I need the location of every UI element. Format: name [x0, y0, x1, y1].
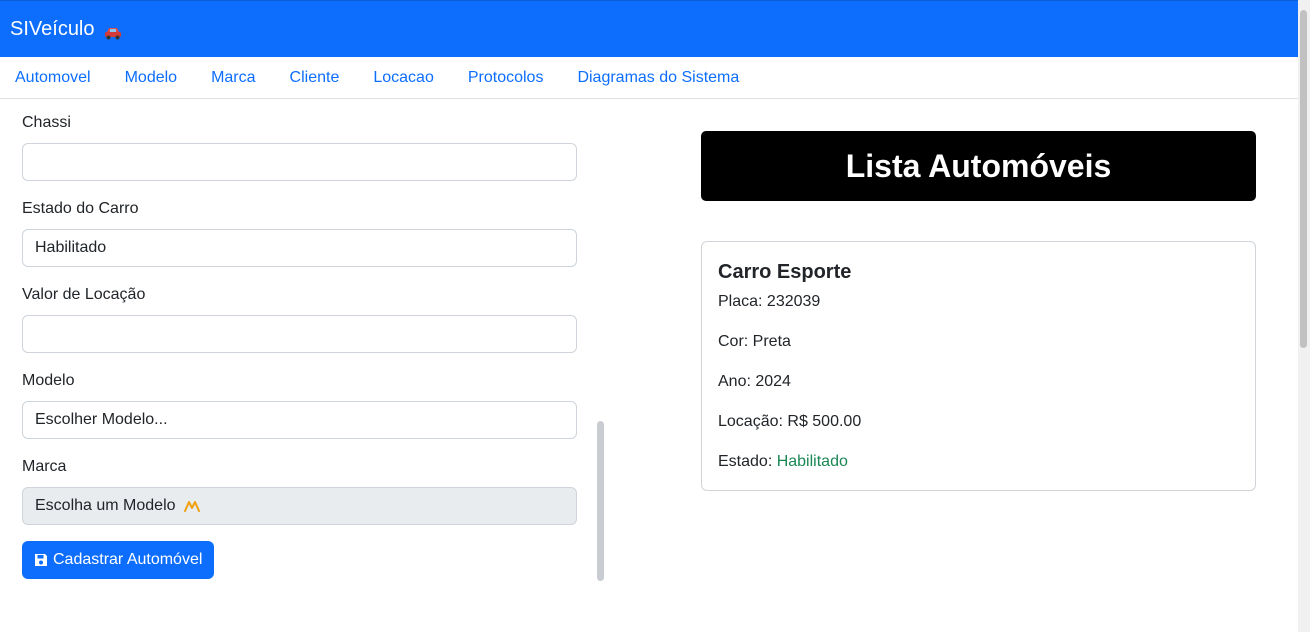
chassi-group: Chassi	[22, 113, 577, 181]
main-menu: Automovel Modelo Marca Cliente Locacao P…	[0, 57, 1298, 99]
card-title: Carro Esporte	[718, 261, 852, 283]
chassi-label: Chassi	[22, 114, 71, 131]
modelo-group: Modelo Escolher Modelo...	[22, 371, 577, 439]
menu-locacao[interactable]: Locacao	[373, 69, 434, 87]
brand[interactable]: SIVeículo	[10, 18, 122, 41]
card-ano: Ano: 2024	[718, 373, 791, 390]
car-icon	[104, 23, 122, 40]
automovel-card: Carro Esporte Placa: 232039 Cor: Preta A…	[701, 241, 1256, 491]
menu-diagramas[interactable]: Diagramas do Sistema	[577, 69, 739, 87]
marca-field: Escolha um Modelo	[22, 487, 577, 525]
menu-modelo[interactable]: Modelo	[125, 69, 177, 87]
card-cor: Cor: Preta	[718, 333, 791, 350]
card-estado: Estado: Habilitado	[718, 452, 1239, 472]
valor-group: Valor de Locação	[22, 285, 577, 353]
card-locacao: Locação: R$ 500.00	[718, 413, 862, 430]
estado-select[interactable]: Habilitado	[22, 229, 577, 267]
list-title: Lista Automóveis	[701, 131, 1256, 201]
marca-group: Marca Escolha um Modelo	[22, 457, 577, 525]
top-navbar: SIVeículo	[0, 0, 1298, 57]
save-icon	[34, 553, 48, 567]
card-placa: Placa: 232039	[718, 293, 821, 310]
card-estado-label: Estado:	[718, 453, 777, 470]
menu-protocolos[interactable]: Protocolos	[468, 69, 544, 87]
marca-value: Escolha um Modelo	[35, 497, 176, 514]
status-badge: Habilitado	[776, 453, 848, 470]
chassi-input[interactable]	[22, 143, 577, 181]
cadastrar-automovel-label: Cadastrar Automóvel	[53, 551, 203, 568]
valor-label: Valor de Locação	[22, 286, 146, 303]
cadastrar-automovel-button[interactable]: Cadastrar Automóvel	[22, 541, 215, 579]
modelo-label: Modelo	[22, 372, 75, 389]
estado-group: Estado do Carro Habilitado	[22, 199, 577, 267]
form-scrollbar[interactable]	[597, 421, 604, 581]
brand-title: SIVeículo	[10, 17, 95, 40]
menu-marca[interactable]: Marca	[211, 69, 255, 87]
menu-automovel[interactable]: Automovel	[15, 69, 91, 87]
estado-label: Estado do Carro	[22, 200, 139, 217]
page-scrollbar-thumb[interactable]	[1300, 10, 1307, 348]
warning-icon	[183, 499, 201, 513]
menu-cliente[interactable]: Cliente	[290, 69, 340, 87]
modelo-select[interactable]: Escolher Modelo...	[22, 401, 577, 439]
marca-label: Marca	[22, 458, 67, 475]
valor-input[interactable]	[22, 315, 577, 353]
